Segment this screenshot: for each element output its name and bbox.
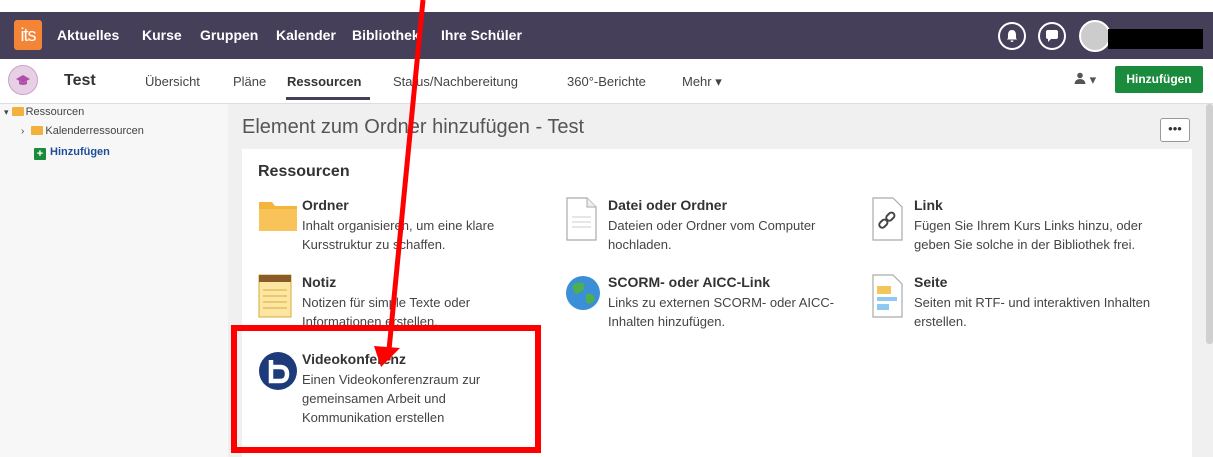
annotation-arrow	[374, 0, 426, 367]
annotation-highlight-box	[231, 325, 541, 453]
